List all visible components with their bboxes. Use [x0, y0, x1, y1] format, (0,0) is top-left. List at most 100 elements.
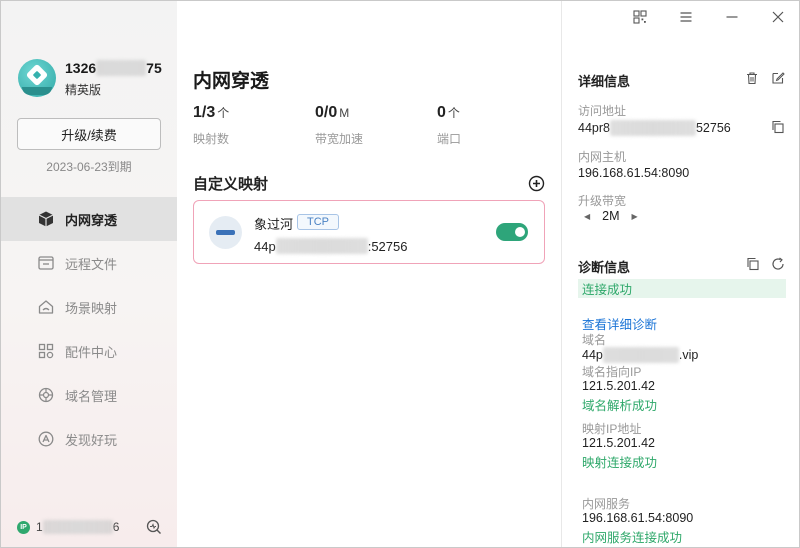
domain-mask	[602, 347, 679, 363]
sidebar-item-intranet[interactable]: 内网穿透	[1, 197, 177, 241]
copy-icon[interactable]	[771, 120, 785, 134]
copy-diagnosis-icon[interactable]	[746, 257, 760, 271]
stat-unit: 个	[217, 106, 230, 120]
ip-status: IP 1 6	[17, 517, 167, 537]
sidebar-item-label: 内网穿透	[65, 212, 118, 228]
bandwidth-stepper[interactable]: ◀ 2M ▶	[584, 209, 638, 223]
sidebar: 1326 75 精英版 升级/续费 2023-06-23到期 内网穿透 远程文件	[1, 1, 177, 547]
app-window: 1326 75 精英版 升级/续费 2023-06-23到期 内网穿透 远程文件	[0, 0, 800, 548]
intranet-service-label: 内网服务	[582, 497, 631, 511]
stat-value: 0/0	[315, 104, 338, 121]
addr-suffix: :52756	[367, 238, 408, 254]
domain-ip-value: 121.5.201.42	[582, 379, 655, 393]
connection-status-badge: 连接成功	[578, 279, 786, 298]
mapping-app-icon	[209, 216, 242, 249]
title-bar	[562, 1, 799, 33]
renew-button[interactable]: 升级/续费	[17, 118, 161, 150]
delete-icon[interactable]	[745, 71, 759, 85]
domain-suffix: .vip	[678, 348, 699, 362]
sidebar-item-scene-mapping[interactable]: 场景映射	[1, 285, 177, 329]
edit-icon[interactable]	[771, 71, 785, 85]
expire-date: 2023-06-23到期	[46, 160, 132, 174]
domain-icon	[37, 386, 55, 404]
stat-mappings: 1/3 个 映射数	[193, 104, 229, 147]
mapping-name: 象过河	[254, 217, 294, 232]
phone-suffix: 75	[146, 60, 162, 76]
discover-icon	[37, 430, 55, 448]
custom-mapping-title: 自定义映射	[193, 176, 269, 193]
increase-icon[interactable]: ▶	[632, 212, 638, 221]
grid-icon	[37, 342, 55, 360]
close-icon[interactable]	[768, 7, 788, 27]
details-title: 详细信息	[578, 74, 631, 89]
intranet-service-value: 196.168.61.54:8090	[582, 511, 694, 525]
mapping-card[interactable]: 象过河 TCP 44p :52756	[193, 200, 545, 264]
stat-ports: 0个 端口	[437, 104, 461, 147]
user-edition: 精英版	[65, 83, 102, 97]
mapping-enable-toggle[interactable]	[496, 223, 528, 241]
ip-prefix: 1	[36, 520, 43, 534]
mapping-ip-value: 121.5.201.42	[582, 436, 655, 450]
stat-label: 带宽加速	[315, 132, 364, 146]
access-mask	[609, 120, 696, 136]
domain-value: 44p .vip	[582, 347, 698, 363]
domain-ip-label: 域名指向IP	[582, 365, 642, 379]
stat-bandwidth: 0/0 M 带宽加速	[315, 104, 363, 147]
avatar-base	[22, 87, 52, 95]
sidebar-item-label: 配件中心	[65, 344, 118, 360]
avatar[interactable]	[18, 59, 56, 97]
sidebar-item-accessories[interactable]: 配件中心	[1, 329, 177, 373]
ip-suffix: 6	[112, 520, 120, 534]
protocol-badge: TCP	[297, 214, 339, 230]
stat-unit: 个	[447, 106, 460, 120]
main-panel: 内网穿透 1/3 个 映射数 0/0 M 带宽加速 0个 端口 自定义映射 象过河 …	[177, 1, 562, 547]
diagnosis-title: 诊断信息	[578, 260, 631, 275]
sidebar-item-label: 场景映射	[65, 300, 118, 316]
access-address-value: 44pr8 52756	[578, 120, 731, 136]
stat-value: 0	[437, 104, 446, 121]
intranet-host-value: 196.168.61.54:8090	[578, 166, 690, 180]
details-panel: 详细信息 访问地址 44pr8 52756 内网主机 196.168.61.54…	[562, 1, 799, 547]
bandwidth-value: 2M	[602, 209, 620, 223]
page-title: 内网穿透	[193, 71, 270, 92]
domain-prefix: 44p	[582, 348, 603, 362]
domain-label: 域名	[582, 333, 607, 347]
logo-icon	[25, 63, 49, 87]
ip-mask	[42, 520, 113, 534]
sidebar-nav: 内网穿透 远程文件 场景映射 配件中心 域名管理 发现好玩	[1, 197, 177, 461]
stat-label: 映射数	[193, 132, 230, 146]
intranet-service-status: 内网服务连接成功	[582, 531, 683, 545]
qr-code-icon[interactable]	[630, 7, 650, 27]
sidebar-item-discover[interactable]: 发现好玩	[1, 417, 177, 461]
access-prefix: 44pr8	[578, 121, 610, 135]
sidebar-item-remote-files[interactable]: 远程文件	[1, 241, 177, 285]
phone-mask	[96, 60, 147, 76]
folder-icon	[37, 254, 55, 272]
mapping-connect-status: 映射连接成功	[582, 456, 658, 470]
stat-unit: M	[339, 106, 350, 120]
mapping-ip-label: 映射IP地址	[582, 422, 642, 436]
phone-prefix: 1326	[65, 60, 97, 76]
add-mapping-icon[interactable]	[528, 175, 545, 192]
ip-icon: IP	[17, 520, 30, 534]
decrease-icon[interactable]: ◀	[584, 212, 590, 221]
intranet-host-label: 内网主机	[578, 150, 627, 164]
network-diagnose-icon[interactable]	[145, 518, 163, 536]
sidebar-item-label: 域名管理	[65, 388, 118, 404]
stat-value: 1/3	[193, 104, 216, 121]
menu-icon[interactable]	[676, 7, 696, 27]
user-phone: 1326 75	[65, 60, 162, 76]
cube-icon	[37, 210, 55, 228]
addr-prefix: 44p	[254, 238, 276, 254]
refresh-icon[interactable]	[771, 257, 785, 271]
home-icon	[37, 298, 55, 316]
stat-label: 端口	[437, 132, 462, 146]
sidebar-item-label: 发现好玩	[65, 432, 118, 448]
access-suffix: 52756	[695, 121, 731, 135]
upgrade-bandwidth-label: 升级带宽	[578, 194, 627, 208]
minimize-icon[interactable]	[722, 7, 742, 27]
access-address-label: 访问地址	[578, 104, 627, 118]
domain-resolve-status: 域名解析成功	[582, 399, 658, 413]
sidebar-item-label: 远程文件	[65, 256, 118, 272]
sidebar-item-domains[interactable]: 域名管理	[1, 373, 177, 417]
